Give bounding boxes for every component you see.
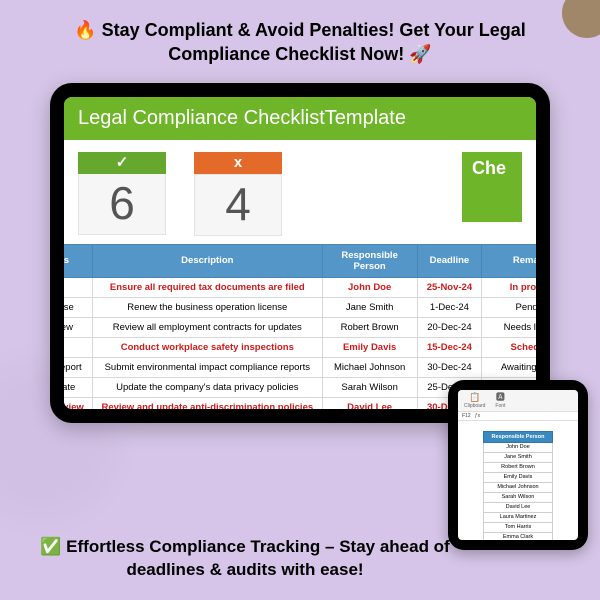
cell-remark: Schedu [482,337,536,357]
tile-pending: x 4 [194,152,282,236]
cell-first: view [64,317,92,337]
phone-cell: Tom Harris [483,522,553,532]
phone-col-header: Responsible Person [483,431,553,442]
font-icon: 🅰 [495,392,505,403]
col-first: ns [64,244,92,277]
cell-person: Emily Davis [322,337,417,357]
ribbon: 📋Clipboard 🅰Font [458,390,578,412]
tablet-frame: Legal Compliance ChecklistTemplate ✓ 6 x… [50,83,550,423]
cell-desc: Review all employment contracts for upda… [92,317,322,337]
col-responsible: Responsible Person [322,244,417,277]
phone-cell: Emma Clark [483,532,553,540]
tile-completed: ✓ 6 [78,152,166,235]
formula-bar: F12 ƒx [458,412,578,421]
tile-completed-count: 6 [78,174,166,235]
phone-row: Tom Harris [483,522,553,532]
cell-person: David Lee [322,397,417,409]
cell-desc: Conduct workplace safety inspections [92,337,322,357]
cell-person: Robert Brown [322,317,417,337]
cell-deadline: 30-Dec-24 [417,357,482,377]
ribbon-font: 🅰Font [495,392,505,409]
table-row: e ReportSubmit environmental impact comp… [64,357,536,377]
phone-row: Michael Johnson [483,482,553,492]
phone-row: Jane Smith [483,452,553,462]
phone-table: Responsible Person John DoeJane SmithRob… [483,431,554,540]
phone-cell: Robert Brown [483,462,553,472]
cell-remark: Pendi [482,297,536,317]
phone-cell: John Doe [483,442,553,452]
cell-desc: Submit environmental impact compliance r… [92,357,322,377]
phone-row: Emma Clark [483,532,553,540]
rocket-icon: 🚀 [409,42,431,66]
checkbox-icon: ✅ [40,536,61,559]
cell-first [64,277,92,297]
table-row: enseRenew the business operation license… [64,297,536,317]
cell-deadline: 15-Dec-24 [417,337,482,357]
col-deadline: Deadline [417,244,482,277]
cell-desc: Ensure all required tax documents are fi… [92,277,322,297]
table-row: viewReview all employment contracts for … [64,317,536,337]
table-header-row: ns Description Responsible Person Deadli… [64,244,536,277]
footer-text: Effortless Compliance Tracking – Stay ah… [61,537,449,579]
cell-remark: Needs lega [482,317,536,337]
col-description: Description [92,244,322,277]
phone-cell: David Lee [483,502,553,512]
table-row: Conduct workplace safety inspectionsEmil… [64,337,536,357]
phone-cell: Laura Martinez [483,512,553,522]
cell-person: John Doe [322,277,417,297]
cell-desc: Renew the business operation license [92,297,322,317]
phone-screen: 📋Clipboard 🅰Font F12 ƒx Responsible Pers… [458,390,578,540]
footer-tagline: ✅ Effortless Compliance Tracking – Stay … [0,536,460,582]
summary-tiles: ✓ 6 x 4 Che [64,140,536,244]
phone-row: Emily Davis [483,472,553,482]
cell-first: e Report [64,357,92,377]
phone-row: Laura Martinez [483,512,553,522]
cell-remark: Awaiting sub [482,357,536,377]
cell-first [64,337,92,357]
headline-text: Stay Compliant & Avoid Penalties! Get Yo… [97,20,526,64]
cell-person: Michael Johnson [322,357,417,377]
phone-row: Robert Brown [483,462,553,472]
x-icon: x [194,152,282,174]
cell-first: y Review [64,397,92,409]
tile-partial: Che [462,152,522,222]
col-remark: Remar [482,244,536,277]
phone-row: John Doe [483,442,553,452]
phone-row: David Lee [483,502,553,512]
cell-first: pdate [64,377,92,397]
cell-deadline: 25-Nov-24 [417,277,482,297]
phone-row: Sarah Wilson [483,492,553,502]
cell-deadline: 20-Dec-24 [417,317,482,337]
phone-cell: Sarah Wilson [483,492,553,502]
fire-icon: 🔥 [74,18,96,42]
phone-frame: 📋Clipboard 🅰Font F12 ƒx Responsible Pers… [448,380,588,550]
ribbon-clipboard: 📋Clipboard [464,392,485,409]
cell-person: Jane Smith [322,297,417,317]
cell-deadline: 1-Dec-24 [417,297,482,317]
template-title: Legal Compliance ChecklistTemplate [64,97,536,140]
phone-cell: Michael Johnson [483,482,553,492]
check-icon: ✓ [78,152,166,174]
cell-desc: Update the company's data privacy polici… [92,377,322,397]
paste-icon: 📋 [464,392,485,403]
tile-pending-count: 4 [194,174,282,236]
cell-remark: In progr [482,277,536,297]
phone-cell: Emily Davis [483,472,553,482]
cell-person: Sarah Wilson [322,377,417,397]
cell-desc: Review and update anti-discrimination po… [92,397,322,409]
phone-cell: Jane Smith [483,452,553,462]
cell-first: ense [64,297,92,317]
headline: 🔥 Stay Compliant & Avoid Penalties! Get … [0,0,600,77]
table-row: Ensure all required tax documents are fi… [64,277,536,297]
tablet-screen: Legal Compliance ChecklistTemplate ✓ 6 x… [64,97,536,409]
